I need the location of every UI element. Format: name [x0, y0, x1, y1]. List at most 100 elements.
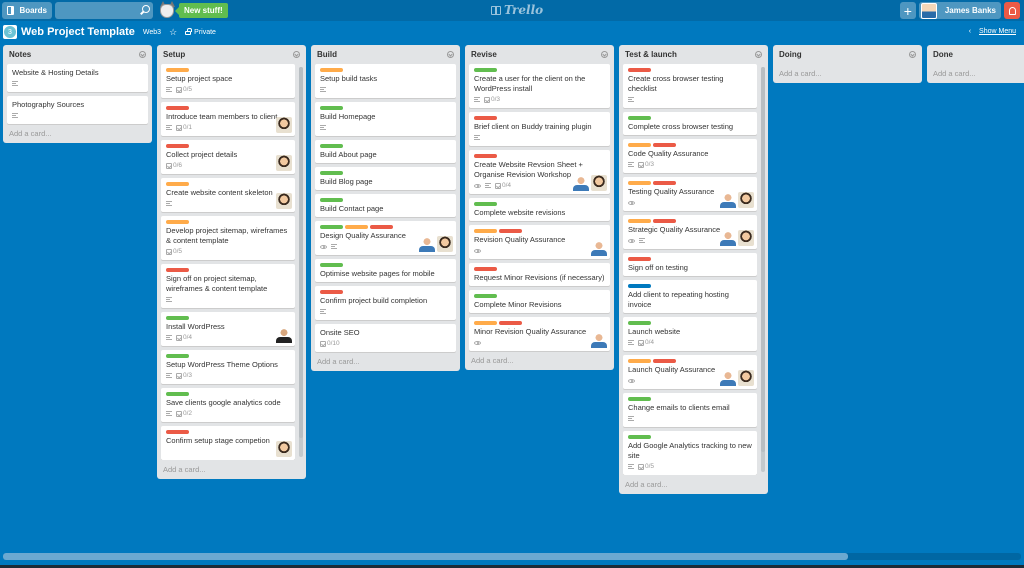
show-menu-button[interactable]: ‹ Show Menu	[969, 28, 1016, 35]
list-title[interactable]: Revise	[471, 50, 497, 59]
list-title[interactable]: Doing	[779, 50, 802, 59]
list-header[interactable]: Notes	[7, 45, 148, 64]
list-menu-icon[interactable]	[139, 51, 146, 58]
add-card-button[interactable]: Add a card...	[161, 460, 302, 479]
add-card-button[interactable]: Add a card...	[623, 475, 764, 494]
card[interactable]: Introduce team members to client 0/1	[161, 102, 295, 136]
card[interactable]: Onsite SEO 0/10	[315, 324, 456, 352]
member-avatar[interactable]	[276, 327, 292, 343]
list-scrollbar[interactable]	[299, 67, 303, 457]
card[interactable]: Launch website 0/4	[623, 317, 757, 351]
list-header[interactable]: Build	[315, 45, 456, 64]
visibility-button[interactable]: Private	[185, 28, 216, 36]
card[interactable]: Add client to repeating hosting invoice	[623, 280, 757, 313]
list-scrollbar-thumb[interactable]	[761, 67, 765, 452]
member-avatar[interactable]	[720, 230, 736, 246]
search-input[interactable]	[55, 2, 153, 19]
list-header[interactable]: Test & launch	[623, 45, 764, 64]
card[interactable]: Brief client on Buddy training plugin	[469, 112, 610, 146]
list-scrollbar-thumb[interactable]	[299, 67, 303, 438]
list-title[interactable]: Notes	[9, 50, 31, 59]
member-avatar[interactable]	[276, 441, 292, 457]
card[interactable]: Install WordPress 0/4	[161, 312, 295, 346]
list-menu-icon[interactable]	[447, 51, 454, 58]
taco-mascot-icon[interactable]	[157, 0, 177, 21]
list-header[interactable]: Revise	[469, 45, 610, 64]
card[interactable]: Create Website Revsion Sheet + Organise …	[469, 150, 610, 194]
member-avatar[interactable]	[591, 175, 607, 191]
add-card-button[interactable]: Add a card...	[469, 351, 610, 370]
add-card-button[interactable]: Add a card...	[931, 64, 1024, 83]
board-horizontal-scrollbar[interactable]	[3, 553, 1021, 560]
member-avatar[interactable]	[276, 117, 292, 133]
card[interactable]: Sign off on project sitemap, wireframes …	[161, 264, 295, 308]
card[interactable]: Setup project space 0/5	[161, 64, 295, 98]
scrollbar-thumb[interactable]	[3, 553, 848, 560]
card[interactable]: Change emails to clients email	[623, 393, 757, 427]
list-title[interactable]: Test & launch	[625, 50, 677, 59]
member-avatar[interactable]	[591, 240, 607, 256]
card[interactable]: Build Blog page	[315, 167, 456, 190]
list-menu-icon[interactable]	[755, 51, 762, 58]
list-header[interactable]: Done	[931, 45, 1024, 64]
list-menu-icon[interactable]	[909, 51, 916, 58]
member-avatar[interactable]	[738, 230, 754, 246]
star-icon[interactable]: ☆	[169, 27, 177, 38]
list-title[interactable]: Build	[317, 50, 337, 59]
card[interactable]: Complete cross browser testing	[623, 112, 757, 135]
card[interactable]: Collect project details 0/6	[161, 140, 295, 174]
add-card-button[interactable]: Add a card...	[7, 124, 148, 143]
card[interactable]: Photography Sources	[7, 96, 148, 124]
member-avatar[interactable]	[573, 175, 589, 191]
member-avatar[interactable]	[720, 192, 736, 208]
card[interactable]: Create cross browser testing checklist	[623, 64, 757, 108]
card[interactable]: Build Contact page	[315, 194, 456, 217]
card[interactable]: Confirm project build completion	[315, 286, 456, 320]
card[interactable]: Launch Quality Assurance	[623, 355, 757, 389]
card[interactable]: Complete Minor Revisions	[469, 290, 610, 313]
card[interactable]: Sign off on testing	[623, 253, 757, 276]
list-title[interactable]: Setup	[163, 50, 185, 59]
card[interactable]: Save clients google analytics code 0/2	[161, 388, 295, 422]
card[interactable]: Create website content skeleton	[161, 178, 295, 212]
add-card-button[interactable]: Add a card...	[777, 64, 918, 83]
new-stuff-button[interactable]: New stuff!	[175, 3, 228, 18]
member-avatar[interactable]	[738, 192, 754, 208]
member-avatar[interactable]	[419, 236, 435, 252]
list-menu-icon[interactable]	[601, 51, 608, 58]
card[interactable]: Revision Quality Assurance	[469, 225, 610, 259]
list-header[interactable]: Setup	[161, 45, 302, 64]
card[interactable]: Build Homepage	[315, 102, 456, 136]
member-avatar[interactable]	[276, 155, 292, 171]
add-button[interactable]: +	[899, 2, 916, 19]
card[interactable]: Strategic Quality Assurance	[623, 215, 757, 249]
card[interactable]: Optimise website pages for mobile	[315, 259, 456, 282]
list-title[interactable]: Done	[933, 50, 953, 59]
card[interactable]: Request Minor Revisions (if necessary)	[469, 263, 610, 286]
card[interactable]: Design Quality Assurance	[315, 221, 456, 255]
card[interactable]: Build About page	[315, 140, 456, 163]
member-avatar[interactable]	[720, 370, 736, 386]
member-avatar[interactable]	[437, 236, 453, 252]
card[interactable]: Develop project sitemap, wireframes & co…	[161, 216, 295, 260]
list-header[interactable]: Doing	[777, 45, 918, 64]
card[interactable]: Add Google Analytics tracking to new sit…	[623, 431, 757, 475]
card[interactable]: Create a user for the client on the Word…	[469, 64, 610, 108]
board-title[interactable]: Web Project Template	[21, 26, 135, 38]
member-avatar[interactable]	[276, 193, 292, 209]
card[interactable]: Setup WordPress Theme Options 0/3	[161, 350, 295, 384]
card[interactable]: Setup build tasks	[315, 64, 456, 98]
member-avatar[interactable]	[738, 370, 754, 386]
list-scrollbar[interactable]	[761, 67, 765, 472]
search-icon[interactable]	[142, 5, 150, 13]
list-menu-icon[interactable]	[293, 51, 300, 58]
card[interactable]: Code Quality Assurance 0/3	[623, 139, 757, 173]
boards-button[interactable]: Boards	[2, 2, 52, 19]
trello-logo[interactable]: Trello	[491, 3, 543, 17]
user-menu-button[interactable]: James Banks	[918, 2, 1001, 19]
team-link[interactable]: Web3	[143, 29, 161, 36]
card[interactable]: Testing Quality Assurance	[623, 177, 757, 211]
card[interactable]: Minor Revision Quality Assurance	[469, 317, 610, 351]
notifications-button[interactable]	[1004, 2, 1020, 19]
member-avatar[interactable]	[591, 332, 607, 348]
